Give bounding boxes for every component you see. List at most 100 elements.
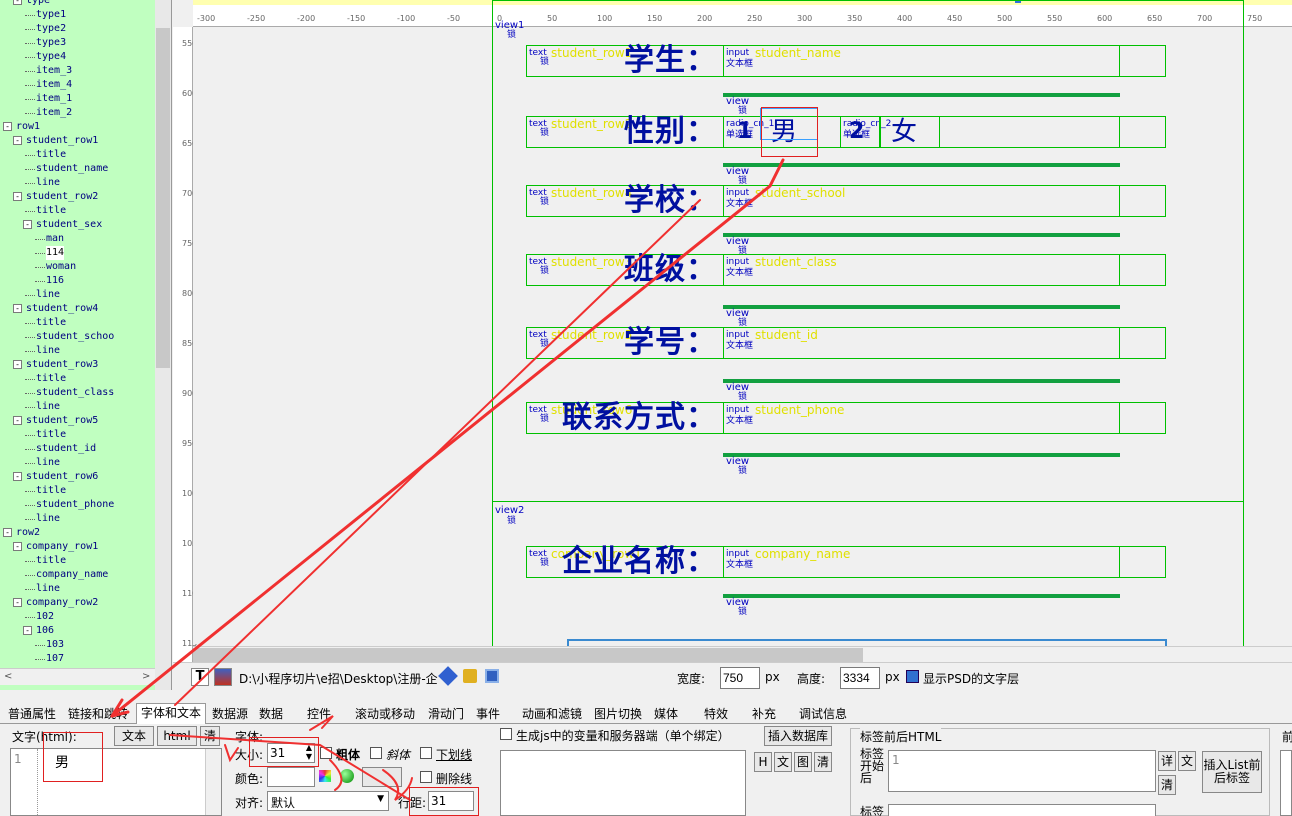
tree-item[interactable]: student_name (0, 162, 155, 176)
tab-11[interactable]: 媒体 (650, 705, 682, 724)
insert-list-tags-button[interactable]: 插入List前后标签 (1202, 751, 1262, 793)
vs-icon[interactable] (438, 666, 458, 686)
collapse-toggle-icon[interactable]: - (13, 0, 22, 5)
tab-7[interactable]: 滑动门 (424, 705, 468, 724)
strikethrough-checkbox[interactable] (420, 771, 432, 783)
show-psd-text-layer[interactable]: 显示PSD的文字层 (923, 670, 1019, 687)
detail-button[interactable]: 详 (1158, 751, 1176, 771)
color-more-button[interactable] (362, 767, 402, 787)
tree-item[interactable]: 103 (0, 638, 155, 652)
color-picker-icon[interactable] (340, 769, 354, 783)
tree-item[interactable]: - student_row4 (0, 302, 155, 316)
tree-item[interactable]: -106 (0, 624, 155, 638)
tree-scroll-thumb[interactable] (156, 28, 170, 368)
width-input[interactable] (720, 667, 760, 689)
canvas-horizontal-scrollbar[interactable] (193, 646, 1292, 662)
input-name-label[interactable]: student_phone (755, 403, 844, 417)
tree-item[interactable]: 114 (0, 246, 155, 260)
bold-checkbox[interactable] (320, 747, 332, 759)
italic-checkbox[interactable] (370, 747, 382, 759)
gen-js-checkbox[interactable] (500, 728, 512, 740)
tree-item[interactable]: 102 (0, 610, 155, 624)
tree-item[interactable]: title (0, 484, 155, 498)
tree-item[interactable]: - student_row6 (0, 470, 155, 484)
tree-item[interactable]: student_schoo (0, 330, 155, 344)
tree-item[interactable]: title (0, 204, 155, 218)
tree-item[interactable]: title (0, 148, 155, 162)
tree-item[interactable]: company_name (0, 568, 155, 582)
psd-icon[interactable] (906, 670, 919, 683)
html-mode-button[interactable]: html (157, 726, 197, 746)
tab-2[interactable]: 字体和文本 (136, 703, 207, 725)
small-button-0[interactable]: H (754, 752, 772, 772)
tree-horizontal-scrollbar[interactable]: < > (0, 668, 155, 685)
collapse-toggle-icon[interactable]: - (13, 304, 22, 313)
tab-6[interactable]: 滚动或移动 (351, 705, 419, 724)
tree-item[interactable]: - student_row1 (0, 134, 155, 148)
collapse-toggle-icon[interactable]: - (13, 472, 22, 481)
tree-item[interactable]: student_id (0, 442, 155, 456)
tree-item[interactable]: - row2 (0, 526, 155, 540)
collapse-toggle-icon[interactable]: - (23, 626, 32, 635)
radio2-box[interactable] (840, 116, 880, 148)
tree-item[interactable]: type1 (0, 8, 155, 22)
height-input[interactable] (840, 667, 880, 689)
collapse-toggle-icon[interactable]: - (13, 416, 22, 425)
collapse-toggle-icon[interactable]: - (23, 220, 32, 229)
tree-item[interactable]: 107 (0, 652, 155, 666)
text-mode-button[interactable]: 文本 (114, 726, 154, 746)
tree-item[interactable]: - company_row1 (0, 540, 155, 554)
scroll-right-arrow[interactable]: > (142, 671, 150, 682)
collapse-toggle-icon[interactable]: - (13, 598, 22, 607)
tree-item[interactable]: line (0, 344, 155, 358)
tree-item[interactable]: woman (0, 260, 155, 274)
image-tool-icon[interactable] (214, 668, 232, 686)
radio2-text-box[interactable] (880, 116, 940, 148)
small-button-1[interactable]: 文 (774, 752, 792, 772)
color-input[interactable] (267, 767, 315, 787)
collapse-toggle-icon[interactable]: - (3, 122, 12, 131)
tree-item[interactable]: line (0, 512, 155, 526)
tree-item[interactable]: student_class (0, 386, 155, 400)
canvas-stage[interactable]: view1 锁 student_row1 text 锁学生： input 文本框 stud… (193, 0, 1292, 662)
tab-13[interactable]: 补充 (748, 705, 780, 724)
input-name-label[interactable]: student_id (755, 328, 818, 342)
canvas-scroll-thumb[interactable] (193, 648, 863, 662)
tree-item[interactable]: - company_row2 (0, 596, 155, 610)
tree-item[interactable]: item_1 (0, 92, 155, 106)
tab-10[interactable]: 图片切换 (590, 705, 646, 724)
tab-8[interactable]: 事件 (472, 705, 504, 724)
clear-tag-button[interactable]: 清 (1158, 775, 1176, 795)
input-name-label[interactable]: student_name (755, 46, 841, 60)
tree-item[interactable]: line (0, 456, 155, 470)
tree-item[interactable]: - student_sex (0, 218, 155, 232)
tree-item[interactable]: - type (0, 0, 155, 8)
tab-4[interactable]: 数据 (255, 705, 287, 724)
js-binding-box[interactable] (500, 750, 746, 816)
collapse-toggle-icon[interactable]: - (13, 192, 22, 201)
tag-end-editor[interactable] (888, 804, 1156, 816)
tree-item[interactable]: - student_row5 (0, 414, 155, 428)
tree-item[interactable]: - row1 (0, 120, 155, 134)
tree-item[interactable]: type4 (0, 50, 155, 64)
collapse-toggle-icon[interactable]: - (3, 528, 12, 537)
collapse-toggle-icon[interactable]: - (13, 542, 22, 551)
scroll-left-arrow[interactable]: < (4, 671, 12, 682)
tree-item[interactable]: 116 (0, 274, 155, 288)
tree-item[interactable]: - student_row3 (0, 358, 155, 372)
tree-item[interactable]: man (0, 232, 155, 246)
input-name-label[interactable]: student_school (755, 186, 845, 200)
underline-checkbox[interactable] (420, 747, 432, 759)
tree-item[interactable]: item_4 (0, 78, 155, 92)
tree-item[interactable]: title (0, 554, 155, 568)
tree-item[interactable]: line (0, 400, 155, 414)
tab-14[interactable]: 调试信息 (795, 705, 851, 724)
tab-5[interactable]: 控件 (303, 705, 335, 724)
tree-item[interactable]: title (0, 428, 155, 442)
collapse-toggle-icon[interactable]: - (13, 136, 22, 145)
clear-text-button[interactable]: 清 (200, 726, 220, 746)
tag-start-editor[interactable]: 1 (888, 750, 1156, 792)
extra-panel-box[interactable] (1280, 750, 1292, 816)
wen-button[interactable]: 文 (1178, 751, 1196, 771)
tree-item[interactable]: line (0, 288, 155, 302)
